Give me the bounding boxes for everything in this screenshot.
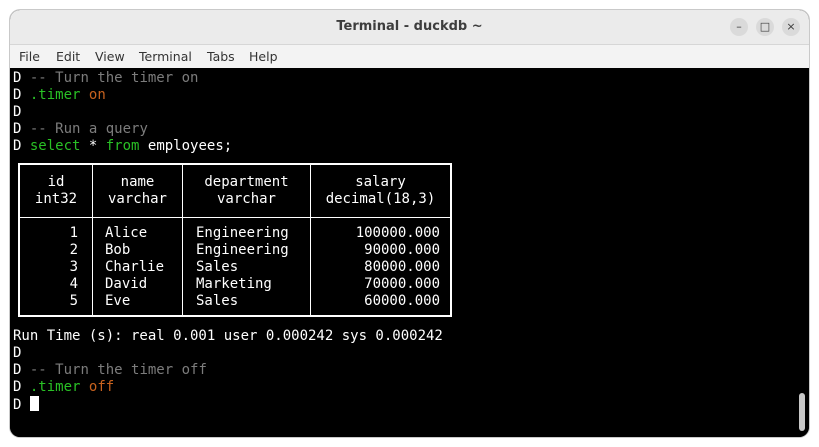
maximize-button[interactable]: □ — [756, 18, 774, 36]
prompt: D — [13, 397, 22, 413]
terminal-line: D -- Turn the timer off — [13, 362, 207, 379]
table-cell: 90000.000 — [364, 242, 440, 258]
sql-keyword: from — [105, 138, 140, 154]
terminal-line: D .timer off — [13, 379, 114, 396]
terminal-line: D -- Run a query — [13, 121, 148, 138]
prompt: D — [13, 87, 22, 103]
prompt: D — [13, 379, 22, 395]
table-cell: Engineering — [196, 242, 289, 258]
menu-file[interactable]: File — [19, 49, 40, 64]
text-cursor — [29, 396, 39, 411]
column-header-name: name varchar — [93, 174, 182, 208]
column-type: decimal(18,3) — [325, 191, 436, 207]
terminal-line: D — [13, 345, 21, 362]
sql-keyword: select — [29, 138, 81, 154]
table-cell: Sales — [196, 259, 239, 275]
result-table: id int32 name varchar department varchar sa… — [18, 163, 452, 317]
column-name: department — [204, 174, 289, 190]
input-line[interactable]: D — [13, 396, 39, 413]
dot-command: .timer — [29, 379, 81, 395]
column-name: salary — [355, 174, 406, 190]
table-cell: 80000.000 — [364, 259, 440, 275]
close-button[interactable]: × — [782, 18, 800, 36]
prompt: D — [13, 70, 22, 86]
menu-view[interactable]: View — [95, 49, 125, 64]
table-cell: Marketing — [196, 276, 272, 292]
menu-bar: File Edit View Terminal Tabs Help — [10, 45, 809, 68]
prompt: D — [13, 138, 22, 154]
terminal-line: D -- Turn the timer on — [13, 70, 198, 87]
menu-help[interactable]: Help — [249, 49, 278, 64]
table-cell: Bob — [105, 242, 131, 258]
salary-column-values: 100000.000 90000.000 80000.000 70000.000 600… — [311, 225, 440, 310]
table-cell: 1 — [69, 225, 78, 241]
column-header-department: department varchar — [183, 174, 310, 208]
table-cell: Alice — [105, 225, 148, 241]
dot-command: .timer — [29, 87, 81, 103]
minimize-button[interactable]: – — [730, 18, 748, 36]
table-cell: David — [105, 276, 148, 292]
column-name: id — [47, 174, 65, 190]
comment-text: -- Turn the timer on — [29, 70, 199, 86]
terminal-line: D .timer on — [13, 87, 106, 104]
runtime-line: Run Time (s): real 0.001 user 0.000242 s… — [13, 328, 443, 344]
name-column-values: Alice Bob Charlie David Eve — [105, 225, 164, 310]
table-cell: 5 — [69, 293, 78, 309]
table-cell: 60000.000 — [364, 293, 440, 309]
command-arg: on — [88, 87, 106, 103]
table-cell: Charlie — [105, 259, 165, 275]
menu-tabs[interactable]: Tabs — [207, 49, 235, 64]
table-cell: Eve — [105, 293, 131, 309]
table-cell: Sales — [196, 293, 239, 309]
menu-edit[interactable]: Edit — [56, 49, 80, 64]
comment-text: -- Turn the timer off — [29, 362, 207, 378]
prompt: D — [13, 121, 22, 137]
header-divider — [20, 217, 450, 218]
table-cell: 100000.000 — [355, 225, 440, 241]
table-cell: 3 — [69, 259, 78, 275]
column-name: name — [120, 174, 155, 190]
table-cell: 70000.000 — [364, 276, 440, 292]
department-column-values: Engineering Engineering Sales Marketing Sale… — [196, 225, 289, 310]
column-header-id: id int32 — [20, 174, 92, 208]
menu-terminal[interactable]: Terminal — [139, 49, 192, 64]
table-cell: Engineering — [196, 225, 289, 241]
column-type: int32 — [34, 191, 78, 207]
prompt: D — [13, 345, 22, 361]
column-header-salary: salary decimal(18,3) — [311, 174, 450, 208]
scrollbar-thumb[interactable] — [799, 393, 805, 431]
column-type: varchar — [107, 191, 167, 207]
comment-text: -- Run a query — [29, 121, 148, 137]
prompt: D — [13, 104, 22, 120]
column-type: varchar — [216, 191, 276, 207]
prompt: D — [13, 362, 22, 378]
window-title: Terminal - duckdb ~ — [336, 19, 483, 34]
terminal-line: D — [13, 104, 21, 121]
terminal-output[interactable]: D -- Turn the timer on D .timer on D D -… — [10, 68, 809, 437]
title-bar[interactable]: Terminal - duckdb ~ – □ × — [10, 10, 809, 45]
table-cell: 4 — [69, 276, 78, 292]
terminal-line: D select * from employees; — [13, 138, 232, 155]
table-cell: 2 — [69, 242, 78, 258]
command-arg: off — [88, 379, 115, 395]
terminal-window: Terminal - duckdb ~ – □ × File Edit View… — [10, 10, 809, 437]
sql-text: * — [80, 138, 106, 154]
id-column-values: 12345 — [20, 225, 78, 310]
sql-text: employees; — [139, 138, 233, 154]
